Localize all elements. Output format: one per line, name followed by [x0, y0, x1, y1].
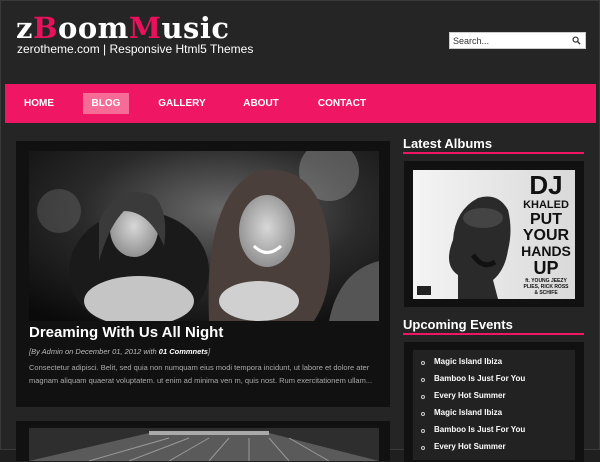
post-meta: [By Admin on December 01, 2012 with 01 C… [29, 347, 211, 356]
nav-gallery[interactable]: GALLERY [153, 93, 211, 114]
main-nav: HOME BLOG GALLERY ABOUT CONTACT [5, 84, 596, 123]
svg-text:& SCHIFE: & SCHIFE [534, 290, 558, 296]
albums-title-underline [403, 152, 584, 154]
search-icon[interactable] [572, 36, 581, 45]
events-title-underline [403, 333, 584, 335]
blog-post-2 [16, 421, 390, 461]
comments-link[interactable]: 01 Commnets [159, 347, 208, 356]
bullet-icon [421, 412, 425, 416]
events-list: Magic Island Ibiza Bamboo Is Just For Yo… [413, 350, 575, 460]
album-art-text: DJ [529, 170, 562, 200]
search-box[interactable] [449, 32, 586, 49]
site-tagline: zerotheme.com | Responsive Html5 Themes [17, 42, 254, 56]
bullet-icon [421, 361, 425, 365]
post-image-2[interactable] [29, 428, 379, 461]
event-item[interactable]: Bamboo Is Just For You [413, 423, 575, 440]
nav-blog[interactable]: BLOG [83, 93, 129, 114]
album-cover[interactable]: DJ KHALED PUT YOUR HANDS UP ft. YOUNG JE… [413, 170, 575, 299]
svg-text:PUT: PUT [530, 211, 562, 228]
nav-home[interactable]: HOME [17, 93, 61, 114]
svg-text:HANDS: HANDS [521, 243, 571, 259]
post-title[interactable]: Dreaming With Us All Night [29, 324, 223, 341]
bullet-icon [421, 429, 425, 433]
event-item[interactable]: Bamboo Is Just For You [413, 372, 575, 389]
svg-text:UP: UP [533, 258, 558, 278]
svg-text:YOUR: YOUR [523, 227, 570, 244]
search-input[interactable] [450, 33, 563, 48]
post-image[interactable] [29, 151, 379, 321]
events-widget-title: Upcoming Events [403, 317, 513, 332]
svg-text:KHALED: KHALED [523, 199, 569, 211]
site-logo[interactable]: zBoomMusic [16, 14, 230, 43]
albums-widget: DJ KHALED PUT YOUR HANDS UP ft. YOUNG JE… [404, 161, 584, 307]
event-item[interactable]: Every Hot Summer [413, 440, 575, 457]
bullet-icon [421, 395, 425, 399]
event-item[interactable]: Every Hot Summer [413, 389, 575, 406]
albums-widget-title: Latest Albums [403, 136, 493, 151]
events-widget: Magic Island Ibiza Bamboo Is Just For Yo… [404, 342, 584, 462]
bullet-icon [421, 446, 425, 450]
nav-contact[interactable]: CONTACT [309, 93, 375, 114]
event-item[interactable]: Magic Island Ibiza [413, 355, 575, 372]
event-item[interactable]: Magic Island Ibiza [413, 406, 575, 423]
post-excerpt: Consectetur adipisci. Belit, sed quia no… [29, 363, 373, 385]
bullet-icon [421, 378, 425, 382]
nav-about[interactable]: ABOUT [237, 93, 285, 114]
blog-post: Dreaming With Us All Night [By Admin on … [16, 141, 390, 407]
